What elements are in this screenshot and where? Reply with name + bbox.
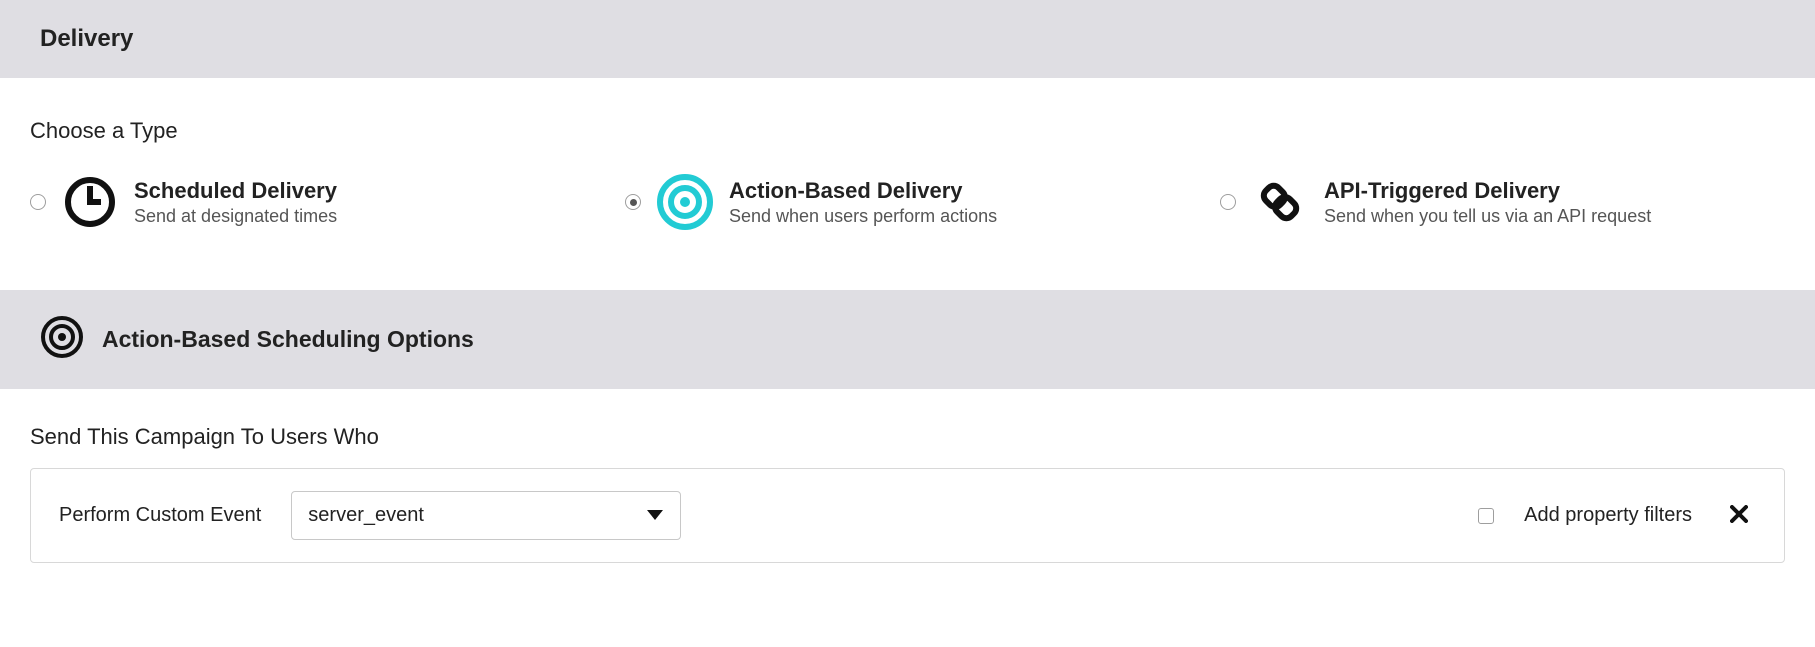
remove-rule-button[interactable] — [1722, 499, 1756, 533]
scheduling-options-header: Action-Based Scheduling Options — [0, 290, 1815, 389]
event-select-value[interactable]: server_event — [291, 491, 681, 540]
trigger-rule-row: Perform Custom Event server_event Add pr… — [30, 468, 1785, 563]
campaign-rule-heading: Send This Campaign To Users Who — [30, 424, 1785, 450]
radio-action-based[interactable] — [625, 194, 641, 210]
delivery-type-options: Scheduled Delivery Send at designated ti… — [30, 174, 1785, 230]
option-api-triggered-delivery[interactable]: API-Triggered Delivery Send when you tel… — [1220, 174, 1785, 230]
radio-api-triggered[interactable] — [1220, 194, 1236, 210]
scheduling-options-title: Action-Based Scheduling Options — [102, 326, 474, 353]
choose-type-section: Choose a Type Scheduled Delivery Send at… — [0, 78, 1815, 290]
campaign-rule-section: Send This Campaign To Users Who Perform … — [0, 389, 1815, 598]
option-subtitle: Send when users perform actions — [729, 206, 997, 227]
option-title: Action-Based Delivery — [729, 178, 997, 204]
radio-scheduled[interactable] — [30, 194, 46, 210]
option-scheduled-delivery[interactable]: Scheduled Delivery Send at designated ti… — [30, 174, 595, 230]
chain-link-icon — [1252, 174, 1308, 230]
caret-down-icon — [647, 507, 663, 525]
add-property-filters-label: Add property filters — [1524, 504, 1692, 527]
option-title: Scheduled Delivery — [134, 178, 337, 204]
delivery-header-title: Delivery — [40, 25, 1775, 53]
option-subtitle: Send at designated times — [134, 206, 337, 227]
target-outline-icon — [40, 315, 84, 364]
rule-label: Perform Custom Event — [59, 504, 261, 527]
target-icon — [657, 174, 713, 230]
option-title: API-Triggered Delivery — [1324, 178, 1651, 204]
clock-icon — [62, 174, 118, 230]
event-select[interactable]: server_event — [291, 491, 681, 540]
option-action-based-delivery[interactable]: Action-Based Delivery Send when users pe… — [625, 174, 1190, 230]
option-subtitle: Send when you tell us via an API request — [1324, 206, 1651, 227]
add-property-filters-checkbox[interactable] — [1478, 508, 1494, 524]
choose-type-heading: Choose a Type — [30, 118, 1785, 144]
delivery-header: Delivery — [0, 0, 1815, 78]
